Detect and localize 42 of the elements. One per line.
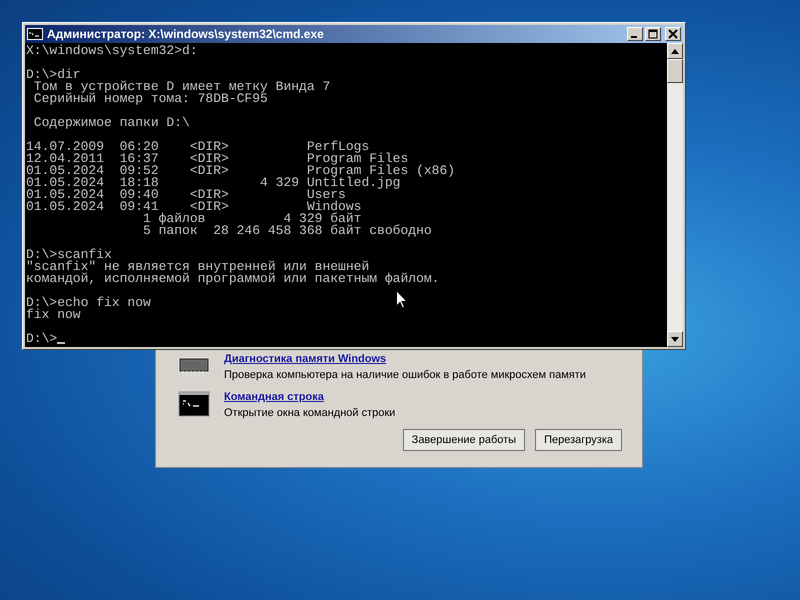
maximize-button[interactable] xyxy=(645,27,661,41)
console-prompt: D:\> xyxy=(26,333,58,345)
console-line: командой, исполняемой программой или пакетным файлом. xyxy=(26,273,440,285)
text-cursor xyxy=(57,342,66,344)
option-link[interactable]: Командная строка xyxy=(224,391,396,403)
minimize-icon xyxy=(631,36,637,38)
maximize-icon xyxy=(648,29,658,39)
console-line: Содержимое папки D:\ xyxy=(32,117,190,129)
console-line: 01.05.2024 09:41 <DIR> Windows xyxy=(26,201,362,213)
console-line: "scanfix" не является внутренней или внешней xyxy=(26,261,370,273)
minimize-button[interactable] xyxy=(627,27,643,41)
console-line: Том в устройстве D имеет метку Винда 7 xyxy=(32,81,330,93)
window-title: Администратор: X:\windows\system32\cmd.exe xyxy=(47,27,325,41)
up-arrow-icon xyxy=(671,48,679,54)
scrollbar[interactable] xyxy=(667,43,683,347)
close-button[interactable] xyxy=(665,27,681,41)
scroll-down-button[interactable] xyxy=(667,331,683,347)
console-line: 5 папок 28 246 458 368 байт свободно xyxy=(142,225,432,237)
console-line: D:\>scanfix xyxy=(26,249,112,261)
option-link[interactable]: Диагностика памяти Windows xyxy=(224,353,586,365)
option-description: Проверка компьютера на наличие ошибок в работе микросхем памяти xyxy=(224,369,586,381)
console-line: 01.05.2024 09:52 <DIR> Program Files (x86) xyxy=(26,165,456,177)
console-line: 01.05.2024 18:18 4 329 Untitled.jpg xyxy=(26,177,400,189)
scroll-thumb[interactable] xyxy=(667,59,683,83)
command-prompt-icon xyxy=(178,391,210,417)
console-line: D:\>echo fix now xyxy=(26,297,151,309)
console-line: 14.07.2009 06:20 <DIR> PerfLogs xyxy=(26,141,370,153)
console-line: Серийный номер тома: 78DB-CF95 xyxy=(32,93,268,105)
scroll-up-button[interactable] xyxy=(667,43,683,59)
down-arrow-icon xyxy=(671,336,679,342)
console-line: 1 файлов 4 329 байт xyxy=(142,213,362,225)
mouse-pointer-icon xyxy=(396,290,408,309)
console-line: D:\>dir xyxy=(26,69,81,81)
dialog-button[interactable]: Завершение работы xyxy=(402,429,526,451)
console-line: 01.05.2024 09:40 <DIR> Users xyxy=(26,189,346,201)
console-line: X:\windows\system32>d: xyxy=(26,45,198,57)
close-icon xyxy=(668,29,678,39)
console-line: 12.04.2011 16:37 <DIR> Program Files xyxy=(26,153,408,165)
console-line: fix now xyxy=(26,309,81,321)
option-description: Открытие окна командной строки xyxy=(224,407,396,419)
console-icon xyxy=(27,28,43,40)
dialog-button[interactable]: Перезагрузка xyxy=(535,429,622,451)
